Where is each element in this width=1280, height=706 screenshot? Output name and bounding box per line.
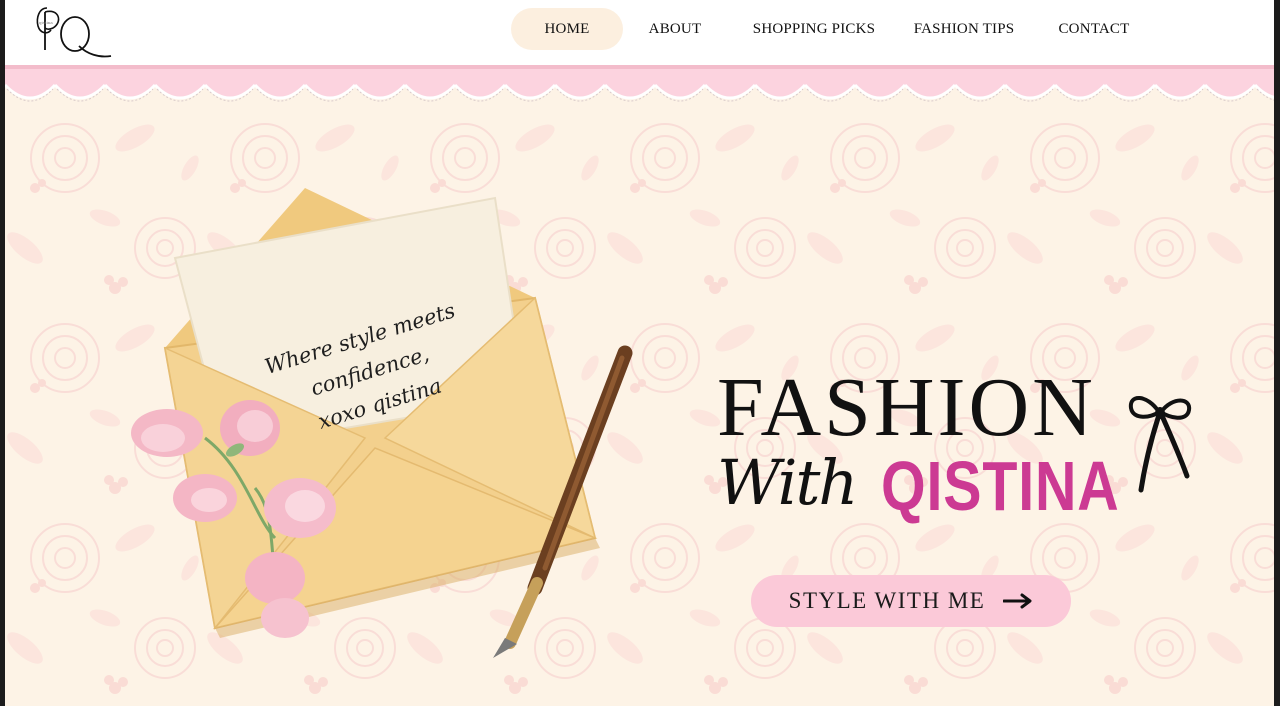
- pq-monogram-icon[interactable]: qistina: [33, 2, 115, 60]
- arrow-right-icon: [1003, 593, 1032, 609]
- envelope-illustration: [131, 188, 633, 658]
- cta-label: STYLE WITH ME: [788, 588, 986, 613]
- svg-text:qistina: qistina: [39, 20, 53, 25]
- hero-name: QISTINA: [881, 447, 1120, 525]
- hero-section: Where style meets confidence, xoxo qisti…: [5, 98, 1274, 706]
- hero-title: FASHION: [717, 361, 1096, 454]
- style-with-me-button[interactable]: STYLE WITH ME: [751, 575, 1071, 627]
- lace-banner: [5, 65, 1274, 110]
- hero-with-script: With: [717, 446, 858, 519]
- nav-contact[interactable]: CONTACT: [1047, 8, 1141, 50]
- page: qistina HOME ABOUT SHOPPING PICKS FASHIO…: [5, 0, 1274, 706]
- ribbon-bow-icon: [1128, 396, 1192, 493]
- top-nav: qistina HOME ABOUT SHOPPING PICKS FASHIO…: [5, 0, 1274, 65]
- nav-home[interactable]: HOME: [511, 8, 623, 50]
- nav-about[interactable]: ABOUT: [633, 8, 717, 50]
- nav-fashion-tips[interactable]: FASHION TIPS: [905, 8, 1023, 50]
- nav-shopping-picks[interactable]: SHOPPING PICKS: [745, 8, 883, 50]
